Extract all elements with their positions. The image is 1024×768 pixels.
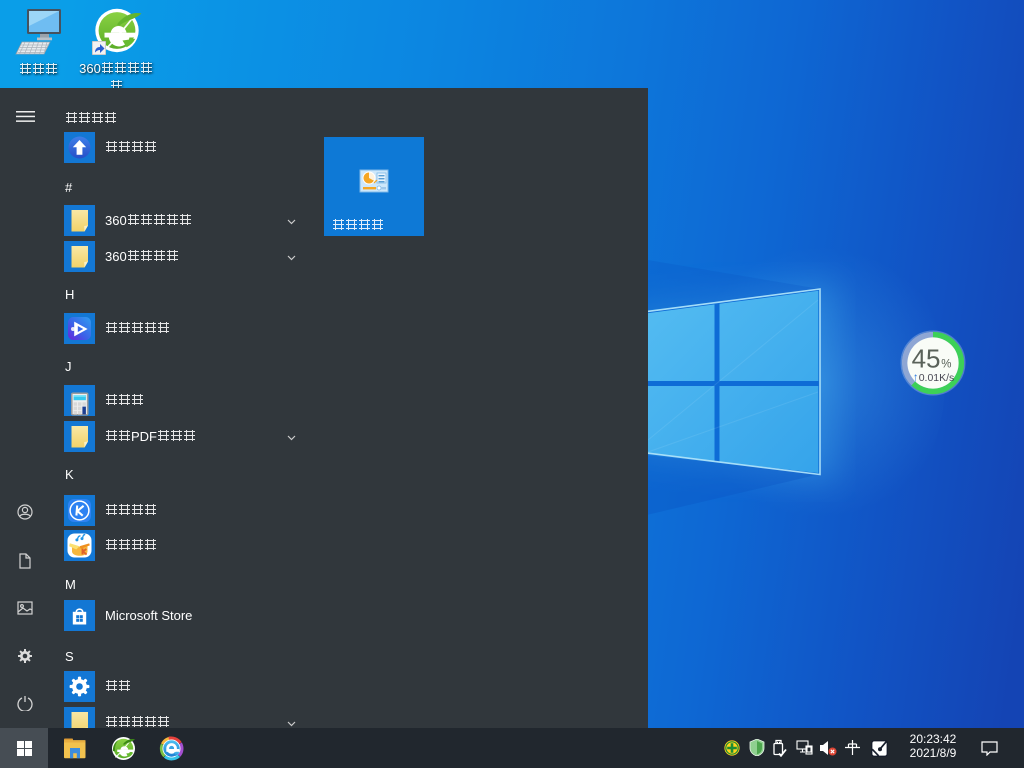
svg-text:↑0.01K/s: ↑0.01K/s <box>913 370 955 384</box>
svg-text:45: 45 <box>912 344 941 374</box>
svg-text:%: % <box>941 359 951 371</box>
